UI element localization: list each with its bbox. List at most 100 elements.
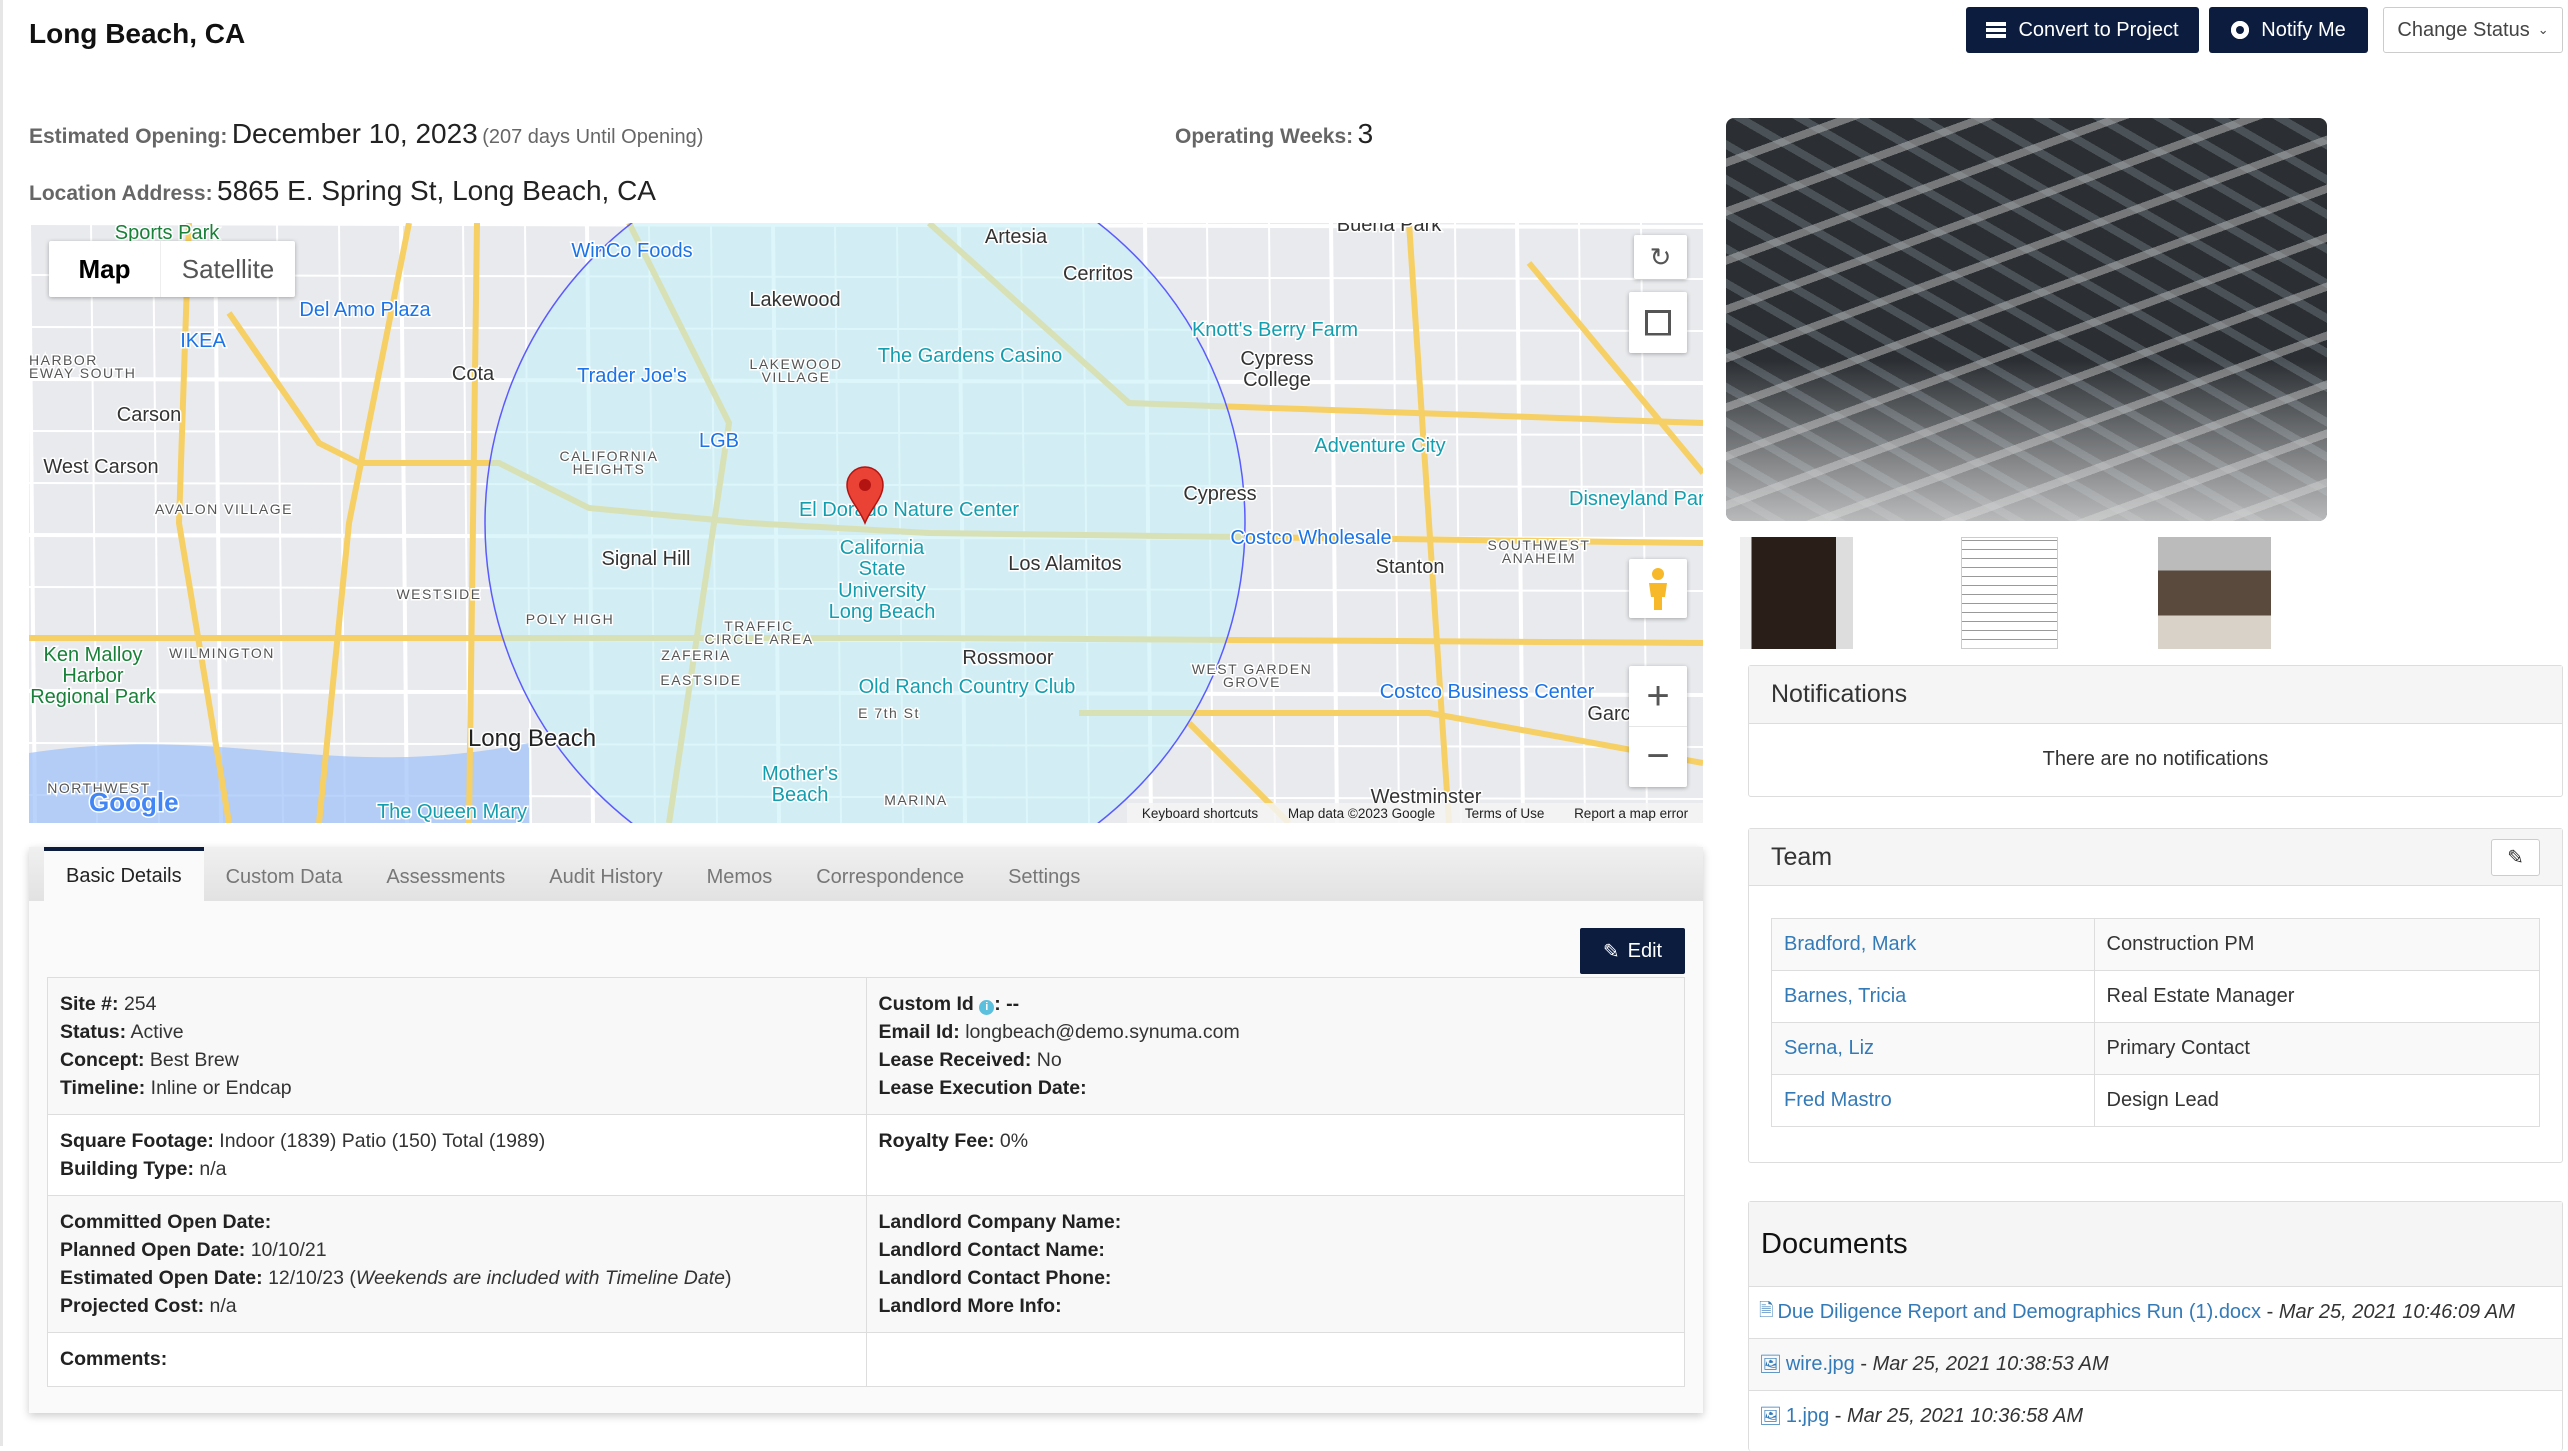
- tab-memos[interactable]: Memos: [685, 853, 795, 901]
- terms-link[interactable]: Terms of Use: [1465, 806, 1545, 821]
- change-status-dropdown[interactable]: Change Status ⌄: [2383, 7, 2563, 53]
- street-view-pegman-icon[interactable]: [1629, 559, 1687, 618]
- team-row: Serna, Liz Primary Contact: [1771, 1022, 2541, 1075]
- map-label: EWAY SOUTH: [29, 365, 136, 381]
- team-member-link[interactable]: Serna, Liz: [1784, 1037, 1874, 1059]
- site-photo-main[interactable]: [1726, 118, 2327, 521]
- field-label: Building Type:: [60, 1158, 194, 1180]
- map-canvas[interactable]: Sports Park WinCo Foods Lakewood Cerrito…: [29, 223, 1703, 823]
- building-info-cell: Square Footage: Indoor (1839) Patio (150…: [47, 1114, 867, 1196]
- tab-basic-details[interactable]: Basic Details: [44, 847, 204, 901]
- team-panel: Team ✎ Bradford, Mark Construction PM Bar…: [1748, 828, 2563, 1163]
- map-label: Artesia: [985, 226, 1048, 248]
- map-label: University: [838, 580, 926, 602]
- convert-to-project-button[interactable]: Convert to Project: [1966, 7, 2199, 53]
- field-label: Landlord Contact Phone:: [878, 1267, 1112, 1289]
- notifications-panel: Notifications There are no notifications: [1748, 665, 2563, 797]
- street: [1268, 223, 1276, 823]
- refresh-icon[interactable]: ↻: [1634, 235, 1687, 279]
- field-label: Committed Open Date:: [60, 1211, 272, 1233]
- team-member-link[interactable]: Fred Mastro: [1784, 1089, 1892, 1111]
- street: [1454, 223, 1462, 823]
- field-label: Status:: [60, 1021, 127, 1043]
- document-link[interactable]: 1.jpg: [1786, 1405, 1829, 1428]
- document-date: Mar 25, 2021 10:36:58 AM: [1847, 1405, 2084, 1427]
- map-label: Stanton: [1376, 556, 1445, 578]
- report-error-link[interactable]: Report a map error: [1574, 806, 1688, 821]
- map-label: Carson: [117, 404, 181, 426]
- field-label: Landlord Contact Name:: [878, 1239, 1105, 1261]
- team-row: Barnes, Tricia Real Estate Manager: [1771, 970, 2541, 1023]
- team-member-link[interactable]: Bradford, Mark: [1784, 933, 1916, 955]
- address-label: Location Address:: [29, 182, 213, 205]
- landlord-cell: Landlord Company Name: Landlord Contact …: [865, 1195, 1685, 1333]
- lease-received-value: No: [1036, 1049, 1062, 1071]
- notify-me-button[interactable]: Notify Me: [2209, 7, 2368, 53]
- keyboard-shortcuts-link[interactable]: Keyboard shortcuts: [1142, 806, 1258, 821]
- site-photo-thumbnail[interactable]: [1740, 537, 1853, 649]
- paren: ): [724, 1267, 732, 1289]
- document-link[interactable]: Due Diligence Report and Demographics Ru…: [1777, 1301, 2261, 1324]
- map-type-satellite[interactable]: Satellite: [161, 241, 295, 297]
- map-label: GROVE: [1223, 674, 1281, 690]
- team-member-link[interactable]: Barnes, Tricia: [1784, 985, 1906, 1007]
- floor-plan-thumbnail[interactable]: [1961, 537, 2058, 649]
- map-label: Costco Business Center: [1380, 681, 1595, 703]
- site-number-value: 254: [123, 993, 157, 1015]
- info-icon[interactable]: i: [979, 1000, 995, 1015]
- map-label: Garc: [1587, 703, 1630, 725]
- map-label: WESTSIDE: [396, 586, 481, 602]
- tab-assessments[interactable]: Assessments: [364, 853, 527, 901]
- map-label: Ken Malloy: [44, 644, 143, 666]
- map-label: WILMINGTON: [169, 645, 275, 661]
- status-value: Active: [130, 1021, 184, 1043]
- timeline-value: Inline or Endcap: [150, 1077, 292, 1099]
- building-type-value: n/a: [199, 1158, 227, 1180]
- map-label: Long Beach: [829, 601, 936, 623]
- map-label: ANAHEIM: [1502, 550, 1576, 566]
- image-file-icon: 🖼: [1759, 1406, 1782, 1426]
- edit-button[interactable]: ✎ Edit: [1580, 928, 1685, 974]
- notifications-empty-message: There are no notifications: [2042, 748, 2269, 770]
- map-label: POLY HIGH: [526, 611, 614, 627]
- map-label: Beach: [772, 784, 829, 806]
- convert-to-project-label: Convert to Project: [2018, 18, 2179, 41]
- street: [152, 223, 160, 823]
- page-title: Long Beach, CA: [29, 18, 246, 49]
- map-label: AVALON VILLAGE: [155, 501, 293, 517]
- team-table: Bradford, Mark Construction PM Barnes, Tr…: [1771, 918, 2541, 1127]
- estimated-open-date-note: Weekends are included with Timeline Date: [355, 1267, 725, 1289]
- planned-open-date-value: 10/10/21: [250, 1239, 327, 1261]
- map-label: WinCo Foods: [571, 240, 692, 262]
- map-label: State: [859, 558, 906, 580]
- edit-team-pencil-icon[interactable]: ✎: [2491, 838, 2540, 876]
- field-label: Lease Received:: [878, 1049, 1032, 1071]
- map-label: College: [1243, 369, 1311, 391]
- tab-custom-data[interactable]: Custom Data: [204, 853, 365, 901]
- tab-correspondence[interactable]: Correspondence: [794, 853, 986, 901]
- map-label: Harbor: [62, 665, 123, 687]
- fullscreen-icon[interactable]: [1629, 292, 1687, 353]
- map-label: The Queen Mary: [377, 801, 527, 823]
- change-status-label: Change Status: [2397, 18, 2530, 41]
- site-photo-thumbnail[interactable]: [2158, 537, 2271, 649]
- map-label: Cypress: [1240, 348, 1313, 370]
- map-label: Costco Wholesale: [1230, 527, 1391, 549]
- team-member-role: Construction PM: [2093, 918, 2541, 971]
- tab-audit-history[interactable]: Audit History: [527, 853, 684, 901]
- location-address: Location Address: 5865 E. Spring St, Lon…: [29, 175, 656, 207]
- map-footer: Keyboard shortcuts Map data ©2023 Google…: [1127, 803, 1703, 823]
- field-label: Royalty Fee:: [878, 1130, 995, 1152]
- document-link[interactable]: wire.jpg: [1786, 1353, 1855, 1376]
- field-label: Landlord Company Name:: [878, 1211, 1122, 1233]
- map-type-map[interactable]: Map: [49, 241, 161, 297]
- estimated-open-date-value: 12/10/23 (: [268, 1267, 356, 1289]
- tab-settings[interactable]: Settings: [986, 853, 1102, 901]
- map-label: VILLAGE: [762, 369, 831, 385]
- team-row: Fred Mastro Design Lead: [1771, 1074, 2541, 1127]
- zoom-in-icon[interactable]: +: [1629, 667, 1687, 727]
- map-label: EASTSIDE: [660, 672, 741, 688]
- map[interactable]: Sports Park WinCo Foods Lakewood Cerrito…: [29, 223, 1703, 823]
- zoom-out-icon[interactable]: −: [1629, 727, 1687, 787]
- team-member-role: Design Lead: [2093, 1074, 2541, 1127]
